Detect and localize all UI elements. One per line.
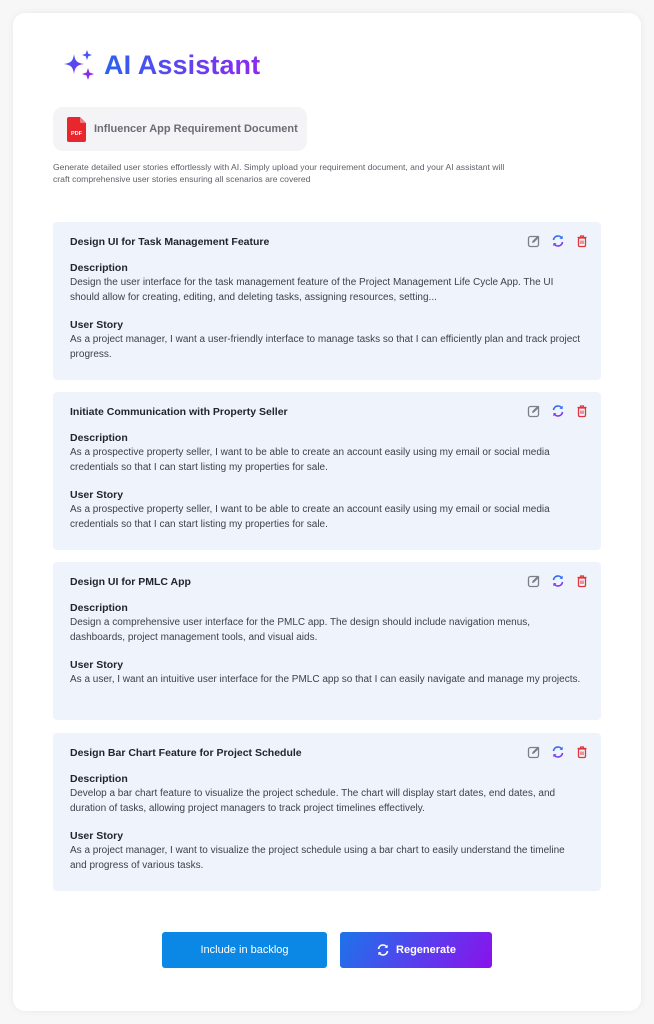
description-label: Description (70, 773, 128, 785)
pdf-file-icon: PDF (67, 116, 86, 142)
regenerate-icon[interactable] (551, 745, 565, 759)
regenerate-icon[interactable] (551, 574, 565, 588)
story-title: Design UI for Task Management Feature (70, 236, 270, 248)
edit-icon[interactable] (527, 745, 541, 759)
user-story-card: Design UI for PMLC App Description Desig… (53, 562, 601, 720)
edit-icon[interactable] (527, 234, 541, 248)
edit-icon[interactable] (527, 574, 541, 588)
user-story-card: Initiate Communication with Property Sel… (53, 392, 601, 550)
story-user-story: As a prospective property seller, I want… (70, 504, 550, 530)
story-description: Design the user interface for the task m… (70, 277, 554, 303)
header: AI Assistant (62, 46, 260, 84)
sparkles-icon (64, 50, 94, 80)
story-actions (527, 234, 589, 248)
intro-text: Generate detailed user stories effortles… (53, 162, 505, 184)
edit-icon[interactable] (527, 404, 541, 418)
story-actions (527, 574, 589, 588)
story-user-story: As a user, I want an intuitive user inte… (70, 674, 581, 685)
user-story-label: User Story (70, 489, 124, 501)
user-story-label: User Story (70, 830, 124, 842)
page-title: AI Assistant (104, 46, 260, 84)
user-story-card: Design UI for Task Management Feature De… (53, 222, 601, 380)
regenerate-label: Regenerate (396, 944, 456, 956)
description-label: Description (70, 432, 128, 444)
delete-icon[interactable] (575, 574, 589, 588)
story-actions (527, 404, 589, 418)
story-actions (527, 745, 589, 759)
regenerate-icon[interactable] (551, 404, 565, 418)
story-title: Initiate Communication with Property Sel… (70, 406, 288, 418)
include-in-backlog-label: Include in backlog (200, 944, 289, 956)
user-story-label: User Story (70, 319, 124, 331)
regenerate-button[interactable]: Regenerate (340, 932, 492, 968)
delete-icon[interactable] (575, 745, 589, 759)
description-label: Description (70, 262, 128, 274)
user-story-card: Design Bar Chart Feature for Project Sch… (53, 733, 601, 891)
story-user-story: As a project manager, I want a user-frie… (70, 334, 581, 360)
story-user-story: As a project manager, I want to visualiz… (70, 845, 565, 871)
regenerate-icon (377, 944, 389, 956)
story-description: Design a comprehensive user interface fo… (70, 617, 531, 643)
regenerate-icon[interactable] (551, 234, 565, 248)
delete-icon[interactable] (575, 234, 589, 248)
uploaded-file-chip[interactable]: PDF Influencer App Requirement Document (53, 107, 307, 151)
pdf-badge: PDF (71, 131, 83, 137)
description-label: Description (70, 602, 128, 614)
story-title: Design Bar Chart Feature for Project Sch… (70, 747, 302, 759)
delete-icon[interactable] (575, 404, 589, 418)
user-story-label: User Story (70, 659, 124, 671)
story-description: Develop a bar chart feature to visualize… (70, 788, 556, 814)
file-name: Influencer App Requirement Document (94, 123, 298, 135)
include-in-backlog-button[interactable]: Include in backlog (162, 932, 327, 968)
story-title: Design UI for PMLC App (70, 576, 191, 588)
story-description: As a prospective property seller, I want… (70, 447, 550, 473)
